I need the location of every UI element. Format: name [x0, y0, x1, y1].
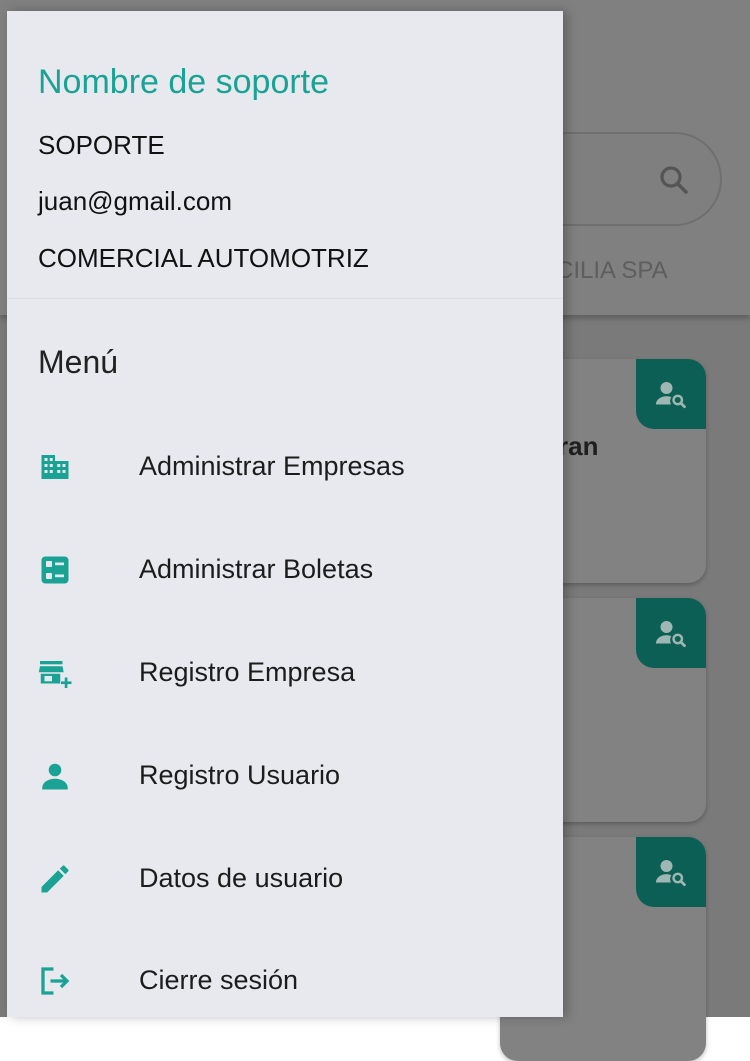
- menu-item-registro-empresa[interactable]: Registro Empresa: [7, 633, 563, 713]
- pencil-icon: [41, 865, 69, 893]
- search-icon: [660, 166, 688, 194]
- drawer-header: Nombre de soporte SOPORTE juan@gmail.com…: [7, 11, 563, 299]
- receipt-list-icon: [41, 556, 69, 584]
- menu-item-label: Registro Usuario: [139, 760, 341, 790]
- person-search-icon: [636, 359, 706, 429]
- logout-icon: [41, 967, 70, 995]
- menu-item-administrar-empresas[interactable]: Administrar Empresas: [7, 427, 563, 507]
- navigation-drawer: Nombre de soporte SOPORTE juan@gmail.com…: [7, 11, 563, 1017]
- user-email: juan@gmail.com: [38, 186, 233, 216]
- building-icon: [41, 455, 69, 479]
- user-role: SOPORTE: [38, 130, 165, 160]
- menu-item-label: Administrar Empresas: [139, 451, 405, 481]
- person-search-icon: [636, 837, 706, 907]
- menu-item-label: Cierre sesión: [139, 965, 299, 995]
- menu-title: Menú: [38, 344, 119, 380]
- background-card-title: ran: [558, 431, 599, 461]
- user-company: COMERCIAL AUTOMOTRIZ: [38, 243, 369, 273]
- person-icon: [42, 763, 68, 790]
- menu-item-label: Administrar Boletas: [139, 554, 374, 584]
- menu-item-label: Registro Empresa: [139, 657, 356, 687]
- menu-item-datos-de-usuario[interactable]: Datos de usuario: [7, 839, 563, 919]
- person-search-icon: [636, 598, 706, 668]
- menu-item-cierre-sesion[interactable]: Cierre sesión: [7, 941, 563, 1021]
- menu-item-label: Datos de usuario: [139, 863, 344, 893]
- add-store-icon: [38, 661, 72, 688]
- support-name: Nombre de soporte: [38, 63, 330, 101]
- menu-item-registro-usuario[interactable]: Registro Usuario: [7, 736, 563, 816]
- menu-item-administrar-boletas[interactable]: Administrar Boletas: [7, 530, 563, 610]
